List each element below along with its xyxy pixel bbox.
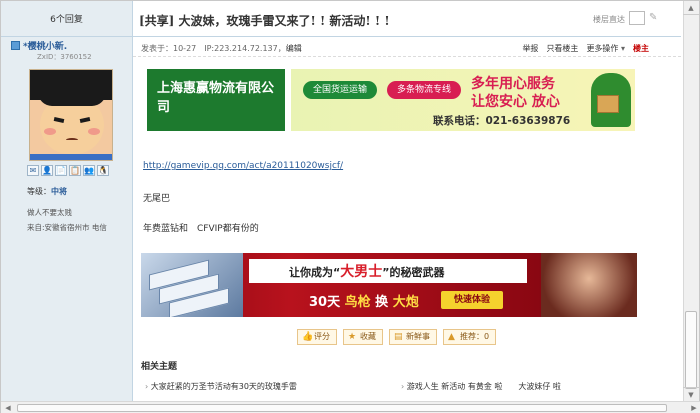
ad-try-button[interactable]: 快速体验	[441, 291, 503, 309]
author-level: 等级：中将	[27, 186, 132, 197]
favorite-label: 收藏	[360, 332, 376, 341]
floor-label: 楼主	[633, 44, 649, 53]
scroll-left-icon[interactable]: ◀	[1, 402, 15, 413]
add-friend-icon[interactable]: 👤	[41, 165, 53, 176]
level-label: 等级：	[27, 187, 51, 196]
ad-pill-lines: 多条物流专线	[387, 81, 461, 99]
related-topic-item[interactable]: 大家赶紧的万圣节活动有30天的玫瑰手雷	[145, 381, 297, 392]
post-date-ip: 发表于：10-27 IP:223.214.72.137，	[141, 44, 286, 53]
thread-title: [共享] 大波妹，玫瑰手雷又来了! ! 新活动! ! !	[139, 14, 390, 28]
ad-sub-bold-1: 鸟枪	[344, 295, 371, 310]
avatar-shirt	[30, 154, 112, 160]
browser-viewport: 6个回复 *樱桃小新. ZxID：3760152 ✉ 👤 📄 📋 👥 🐧 等级：…	[0, 0, 700, 413]
avatar-cheek-left	[44, 128, 56, 135]
thumb-icon: 👍	[302, 331, 314, 342]
ad-headline-post: ”的秘密武器	[382, 266, 445, 279]
ad-subline: 30天 鸟枪 换 大炮	[309, 291, 419, 310]
ad-sub-mid: 换	[370, 295, 393, 310]
ad-company-name: 上海惠赢物流有限公司	[147, 69, 285, 131]
wrench-icon[interactable]: ✎	[649, 13, 661, 23]
ad-sub-pre: 30天	[309, 295, 345, 310]
recommend-icon: ▲	[448, 331, 455, 342]
post-text-line-2: 年费蓝钻和 CFVIP都有份的	[143, 224, 259, 234]
avatar-mouth	[66, 138, 78, 142]
author-tool-icons: ✉ 👤 📄 📋 👥 🐧	[27, 165, 132, 176]
post-link[interactable]: http://gamevip.qq.com/act/a20111020wsjcf…	[143, 161, 343, 171]
ad-pill-freight: 全国货运运输	[303, 81, 377, 99]
ad-slogan-2: 让您安心 放心	[471, 94, 560, 110]
author-origin: 来自:安徽省宿州市 电信	[27, 223, 107, 232]
author-zxid: ZxID：3760152	[37, 53, 92, 61]
ad-model-image	[541, 253, 637, 317]
horizontal-scrollbar[interactable]: ◀ ▶	[1, 401, 700, 413]
ad-cases-image	[141, 253, 243, 317]
ad-headline-highlight: 大男士	[340, 264, 383, 280]
recommend-label: 推荐：0	[460, 332, 490, 341]
ad-slogan-1: 多年用心服务	[471, 76, 555, 92]
message-icon[interactable]: ✉	[27, 165, 39, 176]
recommend-button[interactable]: ▲ 推荐：0	[443, 329, 497, 345]
only-op-link[interactable]: 只看楼主	[546, 43, 578, 54]
vertical-scrollbar[interactable]: ▲ ▼	[683, 1, 699, 401]
news-label: 新鲜事	[406, 332, 430, 341]
online-status-icon	[11, 41, 20, 50]
favorite-button[interactable]: ★ 收藏	[343, 329, 383, 345]
reply-count: 6个回复	[1, 1, 132, 37]
floor-jump-label: 楼层直达	[593, 15, 625, 24]
author-sidebar: 6个回复 *樱桃小新. ZxID：3760152 ✉ 👤 📄 📋 👥 🐧 等级：…	[1, 1, 133, 401]
vertical-scroll-thumb[interactable]	[685, 311, 697, 389]
related-topic-item[interactable]: 游戏人生 新活动 有黄金 啦 大波妹仔 啦	[401, 381, 561, 392]
author-signature: 做人不要太贱	[27, 208, 72, 217]
group-icon[interactable]: 👥	[83, 165, 95, 176]
post-rate-bar: 👍 评分 ★ 收藏 ▤ 新鲜事 ▲ 推荐：0	[297, 329, 497, 345]
post-meta-bar: 发表于：10-27 IP:223.214.72.137，编辑 举报 只看楼主 更…	[133, 37, 681, 57]
ad-headline-pre: 让你成为“	[289, 266, 341, 279]
edit-link[interactable]: 编辑	[286, 44, 302, 53]
level-value: 中将	[51, 187, 67, 196]
post-text-line-1: 无尾巴	[143, 194, 171, 204]
posts-icon[interactable]: 📋	[69, 165, 81, 176]
ad-sub-bold-2: 大炮	[392, 295, 419, 310]
report-link[interactable]: 举报	[522, 43, 538, 54]
more-actions-dropdown[interactable]: 更多操作	[586, 43, 625, 54]
qq-icon[interactable]: 🐧	[97, 165, 109, 176]
scroll-up-icon[interactable]: ▲	[683, 1, 699, 15]
post-meta: 发表于：10-27 IP:223.214.72.137，编辑	[141, 43, 302, 54]
news-button[interactable]: ▤ 新鲜事	[389, 329, 437, 345]
secret-weapon-ad-banner[interactable]: 让你成为“大男士”的秘密武器 30天 鸟枪 换 大炮 快速体验	[141, 253, 637, 317]
ad-phone: 联系电话：021-63639876	[433, 115, 571, 127]
scroll-right-icon[interactable]: ▶	[687, 402, 700, 413]
ad-headline: 让你成为“大男士”的秘密武器	[289, 261, 444, 281]
author-row: *樱桃小新.	[1, 37, 132, 52]
author-username[interactable]: *樱桃小新.	[23, 39, 67, 52]
avatar[interactable]	[29, 69, 113, 161]
star-icon: ★	[348, 331, 357, 342]
news-icon: ▤	[394, 331, 403, 342]
floor-jump-input[interactable]	[629, 11, 645, 25]
avatar-cheek-right	[88, 128, 100, 135]
scroll-down-icon[interactable]: ▼	[683, 387, 699, 401]
logistics-ad-banner[interactable]: 上海惠赢物流有限公司 全国货运运输 多条物流专线 多年用心服务 让您安心 放心 …	[147, 69, 635, 131]
thread-header: [共享] 大波妹，玫瑰手雷又来了! ! 新活动! ! ! 楼层直达 ✎	[133, 1, 681, 37]
ad-top-content: 全国货运运输 多条物流专线 多年用心服务 让您安心 放心 联系电话：021-63…	[291, 69, 635, 131]
ad-box-image	[597, 95, 619, 113]
related-topics-title: 相关主题	[141, 362, 178, 372]
profile-icon[interactable]: 📄	[55, 165, 67, 176]
avatar-hair-fringe	[38, 92, 106, 106]
rate-label: 评分	[314, 332, 330, 341]
rate-button[interactable]: 👍 评分	[297, 329, 337, 345]
post-actions: 举报 只看楼主 更多操作 楼主	[522, 43, 649, 54]
horizontal-scroll-thumb[interactable]	[17, 404, 667, 412]
